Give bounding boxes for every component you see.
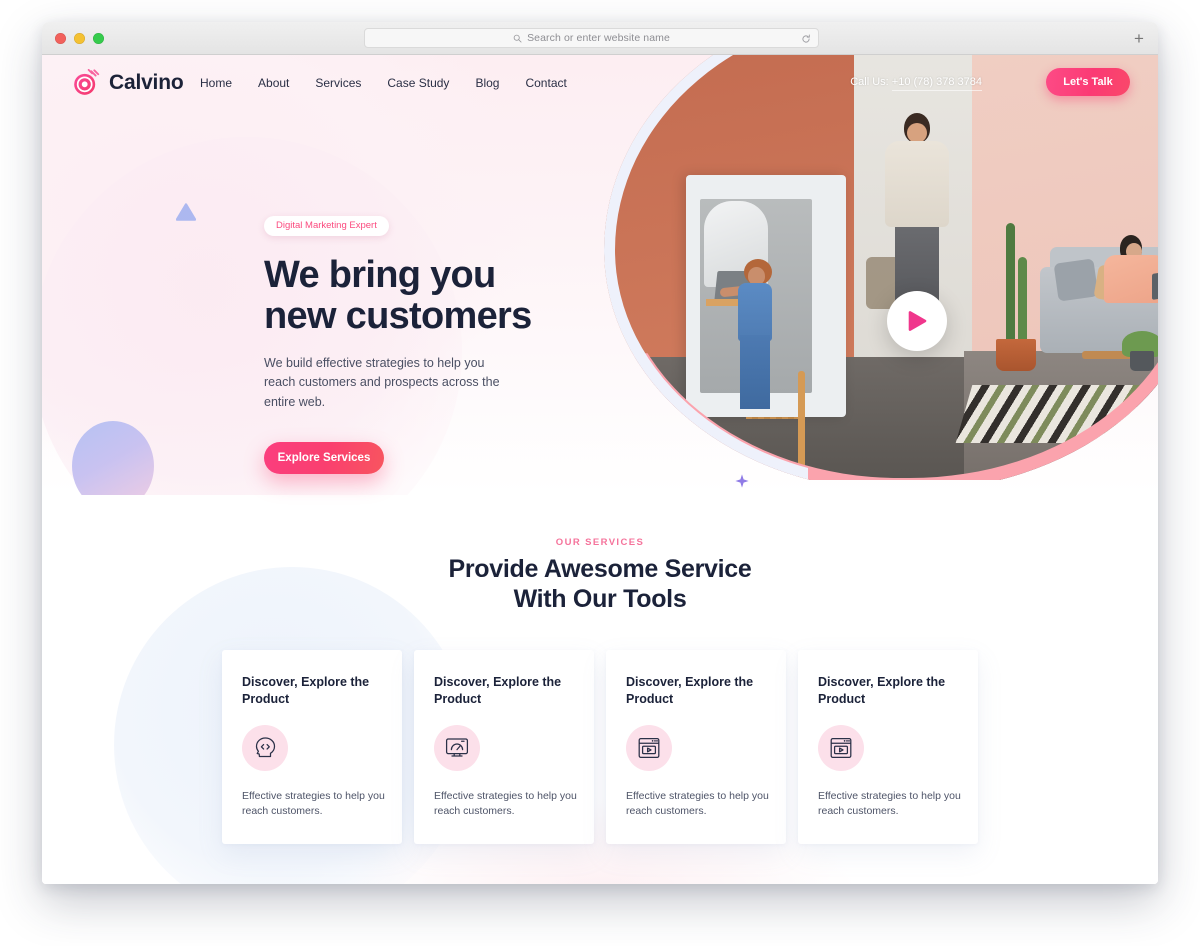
service-card-description: Effective strategies to help you reach c… xyxy=(818,789,961,818)
photo-plant-pot xyxy=(1130,351,1154,371)
browser-window: Search or enter website name + Calvino H… xyxy=(42,22,1158,884)
hero-copy: Digital Marketing Expert We bring you ne… xyxy=(264,215,604,475)
photo-booth-handle xyxy=(798,371,805,480)
call-us-label: Call Us: xyxy=(850,76,889,88)
address-bar[interactable]: Search or enter website name xyxy=(364,28,819,48)
photo-cactus-short xyxy=(1018,257,1027,345)
page-viewport: Calvino Home About Services Case Study B… xyxy=(42,55,1158,884)
photo-striped-rug xyxy=(955,385,1158,443)
reload-icon[interactable] xyxy=(801,34,811,44)
nav-item-services[interactable]: Services xyxy=(315,76,361,90)
search-icon xyxy=(513,34,522,43)
services-title: Provide Awesome Service With Our Tools xyxy=(42,555,1158,614)
service-card[interactable]: Discover, Explore the Product Effective … xyxy=(606,650,786,844)
photo-person1-legs xyxy=(740,335,770,409)
services-title-line-2: With Our Tools xyxy=(513,584,687,613)
service-card-icon-bubble xyxy=(626,725,672,771)
service-card-icon-bubble xyxy=(818,725,864,771)
hero-photo xyxy=(604,55,1158,480)
services-eyebrow: OUR SERVICES xyxy=(555,537,645,548)
lets-talk-button[interactable]: Let's Talk xyxy=(1046,68,1130,96)
services-title-line-1: Provide Awesome Service xyxy=(448,555,752,583)
decorative-triangle-icon xyxy=(176,203,196,221)
hero-image-blob xyxy=(604,55,1158,480)
photo-cushion-grey xyxy=(1053,258,1099,302)
services-section: OUR SERVICES Provide Awesome Service Wit… xyxy=(42,495,1158,884)
hero-subtitle: We build effective strategies to help yo… xyxy=(264,356,500,409)
hero-badge: Digital Marketing Expert xyxy=(264,216,389,236)
new-tab-button[interactable]: + xyxy=(1126,25,1152,51)
hero-title-line-1: We bring you xyxy=(264,254,496,296)
photo-person3-top xyxy=(1104,255,1158,303)
service-card-icon-bubble xyxy=(434,725,480,771)
photo-person2-face xyxy=(907,123,927,143)
site-header: Calvino Home About Services Case Study B… xyxy=(42,55,1158,111)
head-code-icon xyxy=(255,737,276,758)
service-card-title: Discover, Explore the Product xyxy=(818,675,946,706)
photo-terracotta-pot xyxy=(996,339,1036,371)
browser-play-icon xyxy=(638,737,660,759)
monitor-dashboard-icon xyxy=(445,738,469,757)
service-card[interactable]: Discover, Explore the Product Effective … xyxy=(222,650,402,844)
service-card-title: Discover, Explore the Product xyxy=(242,675,370,706)
maximize-window-button[interactable] xyxy=(93,33,104,44)
minimize-window-button[interactable] xyxy=(74,33,85,44)
service-card-description: Effective strategies to help you reach c… xyxy=(434,789,577,818)
target-logo-icon xyxy=(74,69,100,95)
photo-person3-laptop xyxy=(1152,268,1158,300)
explore-services-button[interactable]: Explore Services xyxy=(264,442,384,475)
play-video-button[interactable] xyxy=(887,291,947,351)
browser-chrome: Search or enter website name + xyxy=(42,22,1158,55)
nav-item-case-study[interactable]: Case Study xyxy=(387,76,449,90)
call-us-number[interactable]: +10 (78) 378 3784 xyxy=(891,76,982,91)
main-nav: Home About Services Case Study Blog Cont… xyxy=(200,76,567,90)
service-card[interactable]: Discover, Explore the Product Effective … xyxy=(798,650,978,844)
service-card-description: Effective strategies to help you reach c… xyxy=(626,789,769,818)
call-us: Call Us: +10 (78) 378 3784 xyxy=(850,76,982,91)
photo-cactus-tall xyxy=(1006,223,1015,345)
photo-person2-sweater xyxy=(885,141,949,227)
service-card-title: Discover, Explore the Product xyxy=(434,675,562,706)
hero-title: We bring you new customers xyxy=(264,254,604,338)
browser-play-icon xyxy=(830,737,852,759)
nav-item-home[interactable]: Home xyxy=(200,76,232,90)
address-bar-placeholder: Search or enter website name xyxy=(527,32,670,44)
service-cards-row: Discover, Explore the Product Effective … xyxy=(222,650,978,844)
nav-item-contact[interactable]: Contact xyxy=(525,76,566,90)
nav-item-blog[interactable]: Blog xyxy=(475,76,499,90)
play-icon xyxy=(908,311,927,331)
window-controls xyxy=(55,33,104,44)
logo-text: Calvino xyxy=(109,71,184,94)
service-card-title: Discover, Explore the Product xyxy=(626,675,754,706)
hero-title-line-2: new customers xyxy=(264,295,532,338)
logo[interactable]: Calvino xyxy=(72,69,184,97)
close-window-button[interactable] xyxy=(55,33,66,44)
photo-person1-top xyxy=(738,283,772,341)
photo-phone-booth xyxy=(686,175,846,480)
hero-media xyxy=(588,55,1158,480)
service-card-icon-bubble xyxy=(242,725,288,771)
service-card[interactable]: Discover, Explore the Product Effective … xyxy=(414,650,594,844)
service-card-description: Effective strategies to help you reach c… xyxy=(242,789,385,818)
nav-item-about[interactable]: About xyxy=(258,76,289,90)
